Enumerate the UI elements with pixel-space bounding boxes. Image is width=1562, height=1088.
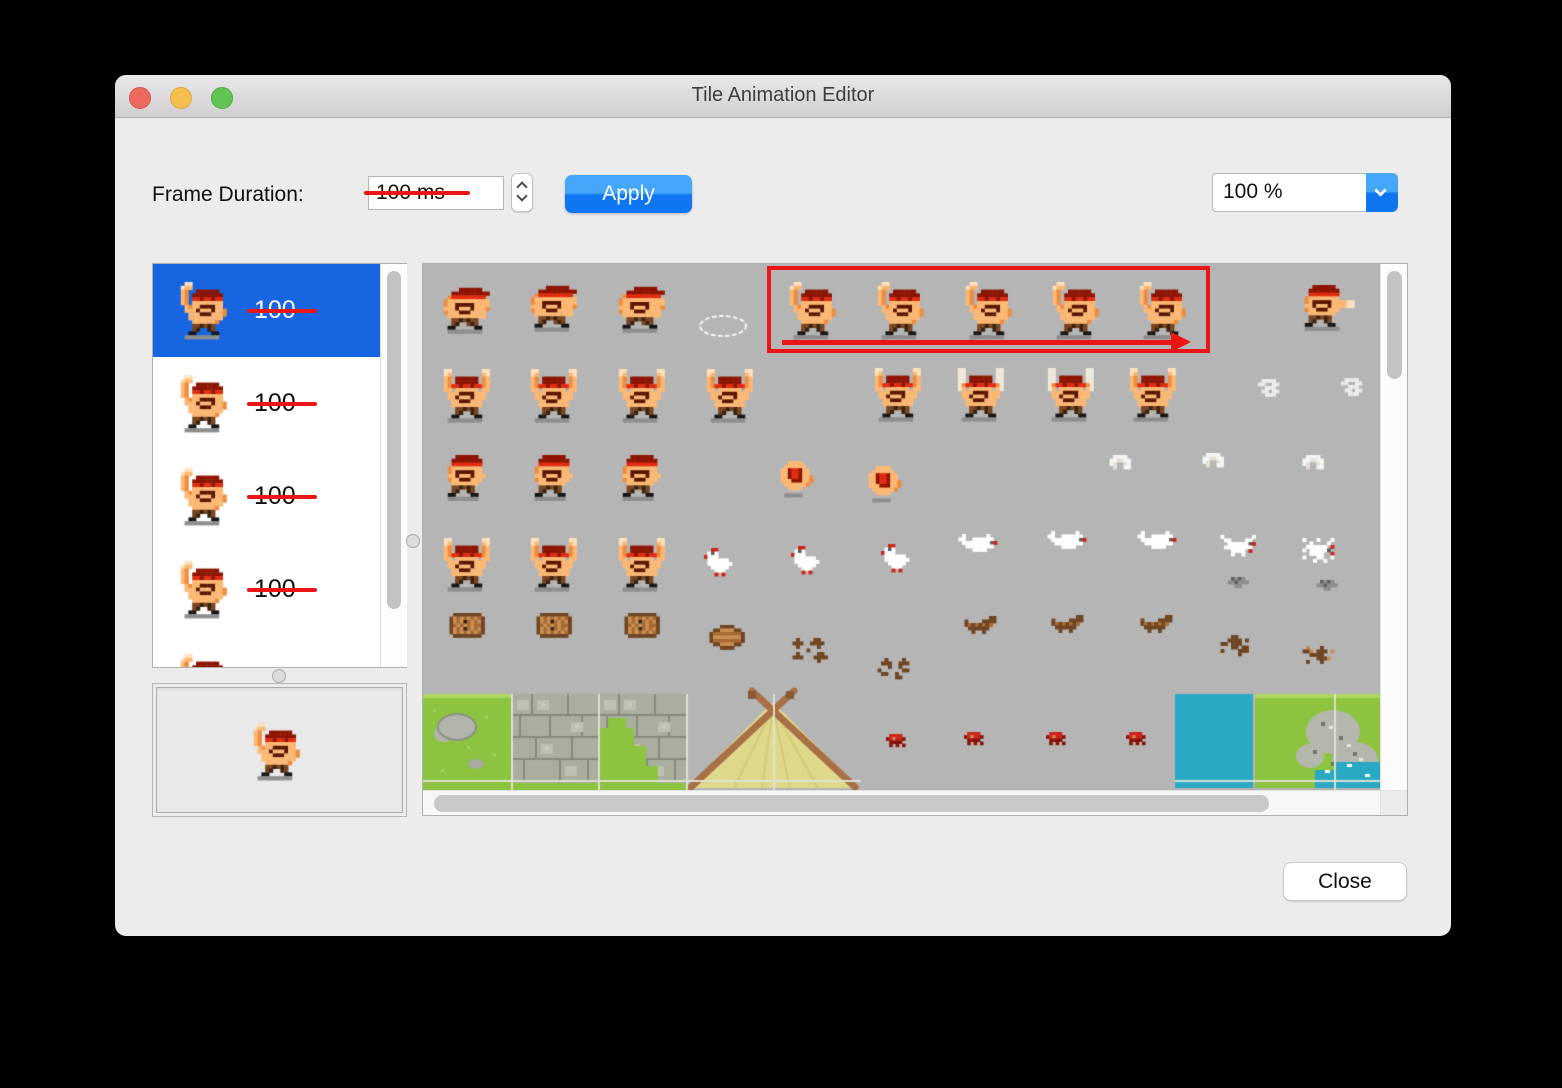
window-title: Tile Animation Editor: [691, 84, 875, 106]
frame-sprite-thumbnail: [175, 280, 233, 342]
animation-preview-panel: [152, 683, 407, 817]
red-strikethrough-annotation: [247, 588, 317, 592]
frame-list-item[interactable]: 100: [153, 357, 380, 450]
frame-duration-stepper[interactable]: [511, 173, 533, 212]
zoom-dropdown-button[interactable]: [1366, 173, 1398, 212]
red-strikethrough-annotation: [247, 402, 317, 406]
scrollbar-thumb[interactable]: [387, 271, 401, 609]
zoom-level-combobox[interactable]: 100 %: [1212, 173, 1398, 212]
frames-list-items: 100 100 100 100: [153, 264, 380, 667]
red-strikethrough-annotation: [364, 191, 470, 195]
horizontal-splitter-handle[interactable]: [272, 669, 286, 683]
frame-sprite-thumbnail: [175, 373, 233, 435]
scrollbar-thumb[interactable]: [1387, 271, 1402, 379]
frames-list-scrollbar[interactable]: [380, 264, 407, 667]
frame-list-item[interactable]: 100: [153, 264, 380, 357]
animation-frames-list: 100 100 100 100: [152, 263, 407, 668]
zoom-level-value: 100 %: [1223, 180, 1283, 203]
apply-button[interactable]: Apply: [565, 175, 692, 213]
tileset-vertical-scrollbar[interactable]: [1380, 264, 1407, 790]
red-strikethrough-annotation: [247, 309, 317, 313]
scrollbar-corner: [1380, 790, 1407, 815]
title-bar[interactable]: Tile Animation Editor: [115, 75, 1451, 118]
tileset-horizontal-scrollbar[interactable]: [423, 790, 1380, 815]
scrollbar-thumb[interactable]: [434, 795, 1269, 812]
red-strikethrough-annotation: [247, 495, 317, 499]
frame-sprite-thumbnail: [175, 652, 233, 667]
vertical-splitter-handle[interactable]: [406, 534, 420, 548]
frame-list-item[interactable]: [153, 636, 380, 667]
desktop-background: Tile Animation Editor Frame Duration: Ap…: [0, 0, 1562, 1088]
annotation-arrowhead-icon: [1171, 332, 1191, 352]
frame-sprite-thumbnail: [175, 559, 233, 621]
animation-preview-sprite: [247, 720, 307, 784]
frame-list-item[interactable]: 100: [153, 543, 380, 636]
tileset-view[interactable]: [422, 263, 1408, 816]
stepper-down-icon[interactable]: [516, 190, 528, 202]
frame-sprite-thumbnail: [175, 466, 233, 528]
frame-list-item[interactable]: 100: [153, 450, 380, 543]
annotation-arrow: [782, 340, 1173, 345]
close-button[interactable]: Close: [1283, 862, 1407, 901]
animation-preview-area: [156, 687, 403, 813]
frame-duration-label: Frame Duration:: [152, 183, 304, 206]
chevron-down-icon: [1374, 184, 1387, 197]
tile-animation-editor-window: Tile Animation Editor Frame Duration: Ap…: [115, 75, 1451, 936]
